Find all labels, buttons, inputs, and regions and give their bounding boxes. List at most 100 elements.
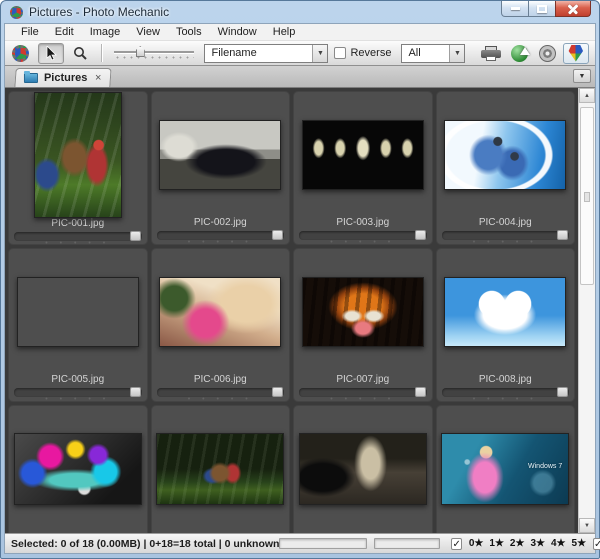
rating-bar[interactable]: • • • • • [442, 388, 570, 397]
color-filter-checkbox[interactable]: ✓ [593, 538, 600, 550]
star-rating-placeholder[interactable]: • • • • • [473, 239, 538, 245]
thumbnail-cell[interactable]: Windows 7 • • • • • [436, 405, 576, 533]
thumbnail-image[interactable] [156, 433, 284, 505]
reverse-checkbox[interactable] [334, 47, 346, 59]
star-rating-placeholder[interactable]: • • • • • [45, 396, 110, 402]
thumbnail-checkbox[interactable] [557, 230, 568, 240]
rating-bar[interactable]: • • • • • [157, 231, 285, 240]
thumbnail-checkbox[interactable] [415, 230, 426, 240]
rating-bar[interactable]: • • • • • [299, 231, 427, 240]
upload-button[interactable] [506, 43, 532, 64]
burn-disc-button[interactable] [534, 43, 560, 64]
menu-image[interactable]: Image [82, 25, 129, 39]
thumbnail-image[interactable] [17, 277, 139, 347]
star-filter-5[interactable]: 5★ [572, 538, 587, 549]
thumbnail-image[interactable] [159, 277, 281, 347]
thumbnail-cell[interactable]: PIC-003.jpg • • • • • [293, 91, 433, 245]
tab-close-icon[interactable]: × [95, 73, 101, 83]
rating-bar[interactable]: • • • • • [299, 388, 427, 397]
menu-window[interactable]: Window [210, 25, 265, 39]
star-rating-placeholder[interactable]: • • • • • [188, 396, 253, 402]
thumbnail-image[interactable] [14, 433, 142, 505]
star-rating-placeholder[interactable]: • • • • • [45, 240, 110, 245]
thumbnail-image[interactable] [159, 120, 281, 190]
filter-value: All [402, 47, 449, 59]
star-filter-3[interactable]: 3★ [530, 538, 545, 549]
slider-thumb[interactable] [136, 46, 145, 57]
star-rating-placeholder[interactable]: • • • • • [330, 239, 395, 245]
thumbnail-filename: PIC-004.jpg [437, 217, 575, 229]
scroll-down-button[interactable]: ▼ [579, 518, 595, 533]
menu-tools[interactable]: Tools [168, 25, 210, 39]
thumbnail-image[interactable] [34, 92, 122, 218]
thumbnail-checkbox[interactable] [272, 230, 283, 240]
star-rating-placeholder[interactable]: • • • • • [188, 239, 253, 245]
thumbnail-grid: PIC-001.jpg • • • • • PIC-002.jpg • • • … [5, 88, 578, 533]
thumbnail-cell[interactable]: PIC-007.jpg • • • • • [293, 248, 433, 402]
thumbnail-checkbox[interactable] [130, 231, 141, 241]
thumbnail-cell[interactable]: PIC-008.jpg • • • • • [436, 248, 576, 402]
print-button[interactable] [477, 43, 503, 64]
close-button[interactable] [555, 1, 591, 17]
magnifier-icon [73, 46, 87, 60]
vertical-scrollbar[interactable]: ▲ ▼ [578, 88, 595, 533]
thumbnail-cell[interactable]: PIC-002.jpg • • • • • [151, 91, 291, 245]
progress-well [374, 538, 440, 549]
star-rating-placeholder[interactable]: • • • • • [330, 396, 395, 402]
menu-view[interactable]: View [128, 25, 168, 39]
thumbnail-filename: PIC-007.jpg [294, 374, 432, 386]
minimize-button[interactable] [501, 1, 529, 17]
arrow-tool-button[interactable] [38, 43, 64, 64]
rating-bar[interactable]: • • • • • [442, 231, 570, 240]
color-class-button[interactable] [563, 43, 589, 64]
star-filter-2[interactable]: 2★ [510, 538, 525, 549]
thumbnail-cell[interactable]: PIC-006.jpg • • • • • [151, 248, 291, 402]
thumbnail-checkbox[interactable] [415, 387, 426, 397]
sort-by-value: Filename [205, 47, 312, 59]
rating-bar[interactable]: • • • • • [14, 388, 142, 397]
thumbnail-cell[interactable]: PIC-004.jpg • • • • • [436, 91, 576, 245]
thumbnail-cell[interactable]: • • • • • [151, 405, 291, 533]
combo-arrow-icon[interactable]: ▼ [449, 45, 464, 62]
thumbnail-image[interactable] [299, 433, 427, 505]
filter-combobox[interactable]: All ▼ [401, 44, 465, 63]
thumbnail-image[interactable] [444, 120, 566, 190]
scroll-up-button[interactable]: ▲ [579, 88, 595, 103]
zoom-tool-button[interactable] [66, 43, 92, 64]
sort-by-combobox[interactable]: Filename ▼ [204, 44, 328, 63]
scrollbar-thumb[interactable] [580, 107, 594, 285]
tab-overflow-button[interactable]: ▼ [573, 69, 591, 83]
thumbnail-image[interactable]: Windows 7 [441, 433, 569, 505]
star-rating-placeholder[interactable]: • • • • • [473, 396, 538, 402]
menu-file[interactable]: File [13, 25, 47, 39]
thumbnail-cell[interactable]: PIC-005.jpg • • • • • [8, 248, 148, 402]
maximize-button[interactable] [529, 1, 555, 17]
tab-pictures[interactable]: Pictures × [14, 68, 111, 87]
rating-bar[interactable]: • • • • • [14, 232, 142, 241]
star-filter-4[interactable]: 4★ [551, 538, 566, 549]
windows7-watermark: Windows 7 [528, 463, 562, 470]
thumbnail-image[interactable] [302, 277, 424, 347]
scrollbar-track[interactable] [579, 103, 595, 518]
rating-filter-checkbox[interactable]: ✓ [451, 538, 461, 550]
window-controls [501, 1, 591, 17]
thumbnail-cell[interactable]: PIC-001.jpg • • • • • [8, 91, 148, 245]
menu-help[interactable]: Help [265, 25, 304, 39]
preferences-button[interactable] [9, 43, 36, 64]
thumbnail-cell[interactable]: • • • • • [293, 405, 433, 533]
thumbnail-image[interactable] [302, 120, 424, 190]
thumbnail-checkbox[interactable] [272, 387, 283, 397]
star-filter-1[interactable]: 1★ [489, 538, 504, 549]
rating-bar[interactable]: • • • • • [157, 388, 285, 397]
thumbnail-checkbox[interactable] [130, 387, 141, 397]
thumbnail-cell[interactable]: • • • • • [8, 405, 148, 533]
title-bar[interactable]: Pictures - Photo Mechanic [4, 1, 596, 23]
star-filter-0[interactable]: 0★ [469, 538, 484, 549]
thumbnail-checkbox[interactable] [557, 387, 568, 397]
toolbar-separator [101, 44, 102, 62]
thumbnail-size-slider[interactable] [114, 45, 195, 61]
combo-arrow-icon[interactable]: ▼ [312, 45, 327, 62]
thumbnail-image[interactable] [444, 277, 566, 347]
menu-edit[interactable]: Edit [47, 25, 82, 39]
status-bar: Selected: 0 of 18 (0.00MB) | 0+18=18 tot… [5, 533, 595, 553]
